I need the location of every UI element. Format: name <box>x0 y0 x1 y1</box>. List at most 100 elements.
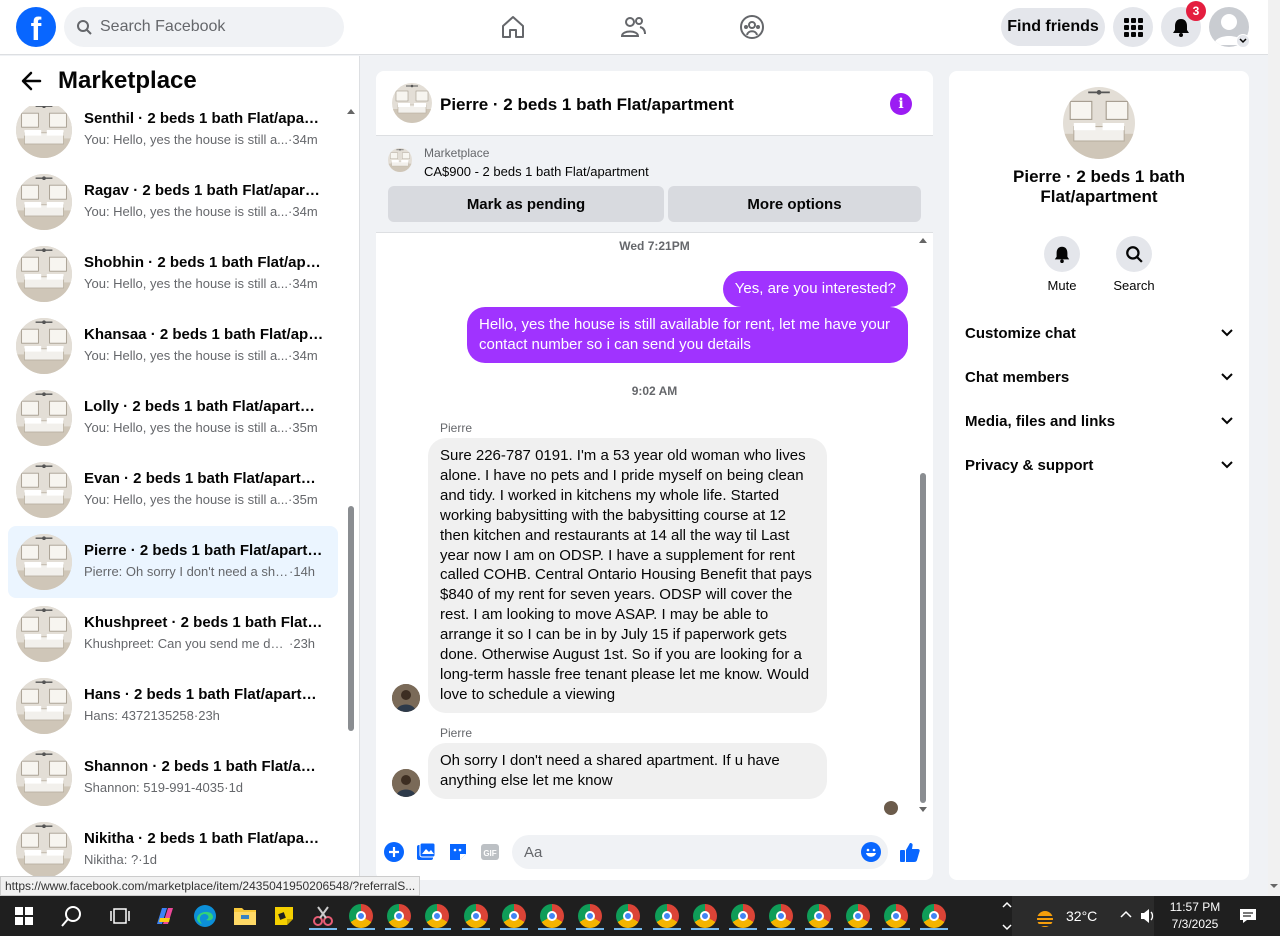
conversation-item[interactable]: Evan · 2 beds 1 bath Flat/apartment You: … <box>8 454 338 526</box>
conversation-time: 1d <box>228 780 244 795</box>
thumbs-up-icon[interactable] <box>899 841 921 863</box>
windows-start-icon[interactable] <box>10 902 38 930</box>
menu-label: Customize chat <box>965 324 1076 342</box>
edge-browser-icon[interactable] <box>191 902 219 930</box>
clock-date: 7/3/2025 <box>1171 917 1219 931</box>
search-label: Search <box>1113 278 1155 293</box>
chrome-browser-icon[interactable] <box>881 902 910 930</box>
conversation-name: Lolly · 2 beds 1 bath Flat/apartment <box>84 398 324 415</box>
gif-icon[interactable]: GIF <box>479 841 501 863</box>
sticky-notes-icon[interactable] <box>270 902 298 930</box>
chrome-browser-icon[interactable] <box>347 902 375 930</box>
details-avatar[interactable] <box>1063 87 1135 159</box>
search-box[interactable] <box>64 7 344 47</box>
privacy-support-row[interactable]: Privacy & support <box>957 443 1241 487</box>
plus-icon[interactable] <box>383 841 405 863</box>
chat-scrollbar[interactable] <box>918 237 928 817</box>
copilot-icon[interactable] <box>151 902 179 930</box>
more-options-button[interactable]: More options <box>668 186 921 222</box>
conversation-time: 1d <box>142 852 158 867</box>
chrome-browser-icon[interactable] <box>690 902 719 930</box>
conversation-item[interactable]: Pierre · 2 beds 1 bath Flat/apartment Pie… <box>8 526 338 598</box>
system-clock[interactable]: 11:57 PM 7/3/2025 <box>1160 899 1230 933</box>
chrome-browser-icon[interactable] <box>652 902 681 930</box>
customize-chat-row[interactable]: Customize chat <box>957 311 1241 355</box>
home-icon[interactable] <box>498 12 528 42</box>
chrome-browser-icon[interactable] <box>461 902 490 930</box>
info-icon[interactable]: i <box>890 93 912 115</box>
tray-overflow[interactable] <box>1002 896 1012 936</box>
incoming-message[interactable]: Oh sorry I don't need a shared apartment… <box>428 743 827 799</box>
chrome-browser-icon[interactable] <box>538 902 566 930</box>
friends-icon[interactable] <box>618 12 648 42</box>
weather-temperature: 32°C <box>1066 908 1098 924</box>
menu-grid-icon[interactable] <box>1113 7 1153 47</box>
back-arrow-icon[interactable] <box>20 70 42 92</box>
conversation-item[interactable]: Shobhin · 2 beds 1 bath Flat/apartment Yo… <box>8 238 338 310</box>
chrome-browser-icon[interactable] <box>614 902 643 930</box>
chat-title[interactable]: Pierre · 2 beds 1 bath Flat/apartment <box>440 95 734 115</box>
chat-avatar[interactable] <box>392 83 432 123</box>
mark-as-pending-button[interactable]: Mark as pending <box>388 186 664 222</box>
conversation-item[interactable]: Ragav · 2 beds 1 bath Flat/apartment You:… <box>8 166 338 238</box>
sender-avatar[interactable] <box>392 684 420 712</box>
taskbar-search-icon[interactable] <box>58 902 86 930</box>
preview-text: You: Hello, yes the house is still a... <box>84 492 289 507</box>
chrome-browser-icon[interactable] <box>385 902 414 930</box>
conversation-name: Pierre · 2 beds 1 bath Flat/apartment <box>84 542 324 559</box>
conversation-item[interactable]: Shannon · 2 beds 1 bath Flat/apartment Sh… <box>8 742 338 814</box>
status-bar-url: https://www.facebook.com/marketplace/ite… <box>0 876 421 896</box>
chrome-browser-icon[interactable] <box>576 902 605 930</box>
chrome-browser-icon[interactable] <box>499 902 528 930</box>
conversation-preview: You: Hello, yes the house is still a... … <box>84 348 324 363</box>
chrome-browser-icon[interactable] <box>843 902 872 930</box>
sidebar-scrollbar[interactable] <box>346 104 356 894</box>
conversation-name: Shobhin · 2 beds 1 bath Flat/apartment <box>84 254 324 271</box>
sender-name: Pierre <box>440 421 473 435</box>
task-view-icon[interactable] <box>106 902 134 930</box>
conversation-item[interactable]: Lolly · 2 beds 1 bath Flat/apartment You:… <box>8 382 338 454</box>
conversation-item[interactable]: Khansaa · 2 beds 1 bath Flat/apartment Yo… <box>8 310 338 382</box>
file-explorer-icon[interactable] <box>231 902 259 930</box>
message-input[interactable] <box>512 835 888 869</box>
chat-members-row[interactable]: Chat members <box>957 355 1241 399</box>
incoming-message[interactable]: Sure 226-787 0191. I'm a 53 year old wom… <box>428 438 827 713</box>
window-scrollbar[interactable] <box>1268 0 1280 896</box>
preview-text: Khushpreet: Can you send me det... <box>84 636 289 651</box>
listing-thumbnail[interactable] <box>388 148 412 172</box>
conversation-name: Shannon · 2 beds 1 bath Flat/apartment <box>84 758 324 775</box>
notification-center-icon[interactable] <box>1234 902 1262 930</box>
chrome-browser-icon[interactable] <box>729 902 757 930</box>
chrome-browser-icon[interactable] <box>767 902 796 930</box>
listing-thumbnail <box>16 246 72 302</box>
emoji-icon[interactable] <box>860 841 882 863</box>
groups-icon[interactable] <box>737 12 767 42</box>
chrome-browser-icon[interactable] <box>805 902 834 930</box>
sticker-icon[interactable] <box>447 841 469 863</box>
facebook-logo[interactable]: f <box>16 7 56 47</box>
snipping-tool-icon[interactable] <box>309 902 337 930</box>
conversation-name: Evan · 2 beds 1 bath Flat/apartment <box>84 470 324 487</box>
mute-button[interactable]: Mute <box>1032 236 1092 293</box>
chevron-down-icon[interactable] <box>1236 34 1250 48</box>
search-input[interactable] <box>100 18 320 36</box>
conversation-item[interactable]: Khushpreet · 2 beds 1 bath Flat/apartmen… <box>8 598 338 670</box>
listing-title[interactable]: CA$900 - 2 beds 1 bath Flat/apartment <box>424 164 649 179</box>
conversation-preview: Pierre: Oh sorry I don't need a sha... ·… <box>84 564 324 579</box>
chrome-browser-icon[interactable] <box>920 902 948 930</box>
chrome-browser-icon[interactable] <box>423 902 452 930</box>
chevron-down-icon <box>1221 373 1233 381</box>
sender-avatar[interactable] <box>392 769 420 797</box>
conversation-preview: You: Hello, yes the house is still a... … <box>84 276 324 291</box>
media-files-links-row[interactable]: Media, files and links <box>957 399 1241 443</box>
find-friends-button[interactable]: Find friends <box>1001 8 1105 46</box>
weather-widget[interactable]: 32°C <box>1012 896 1154 936</box>
outgoing-message[interactable]: Hello, yes the house is still available … <box>467 307 908 363</box>
conversation-name: Ragav · 2 beds 1 bath Flat/apartment <box>84 182 324 199</box>
conversation-item[interactable]: Hans · 2 beds 1 bath Flat/apartment Hans:… <box>8 670 338 742</box>
photo-icon[interactable] <box>415 841 437 863</box>
search-conversation-button[interactable]: Search <box>1104 236 1164 293</box>
outgoing-message[interactable]: Yes, are you interested? <box>722 271 908 307</box>
listing-thumbnail <box>16 750 72 806</box>
preview-text: Pierre: Oh sorry I don't need a sha... <box>84 564 289 579</box>
